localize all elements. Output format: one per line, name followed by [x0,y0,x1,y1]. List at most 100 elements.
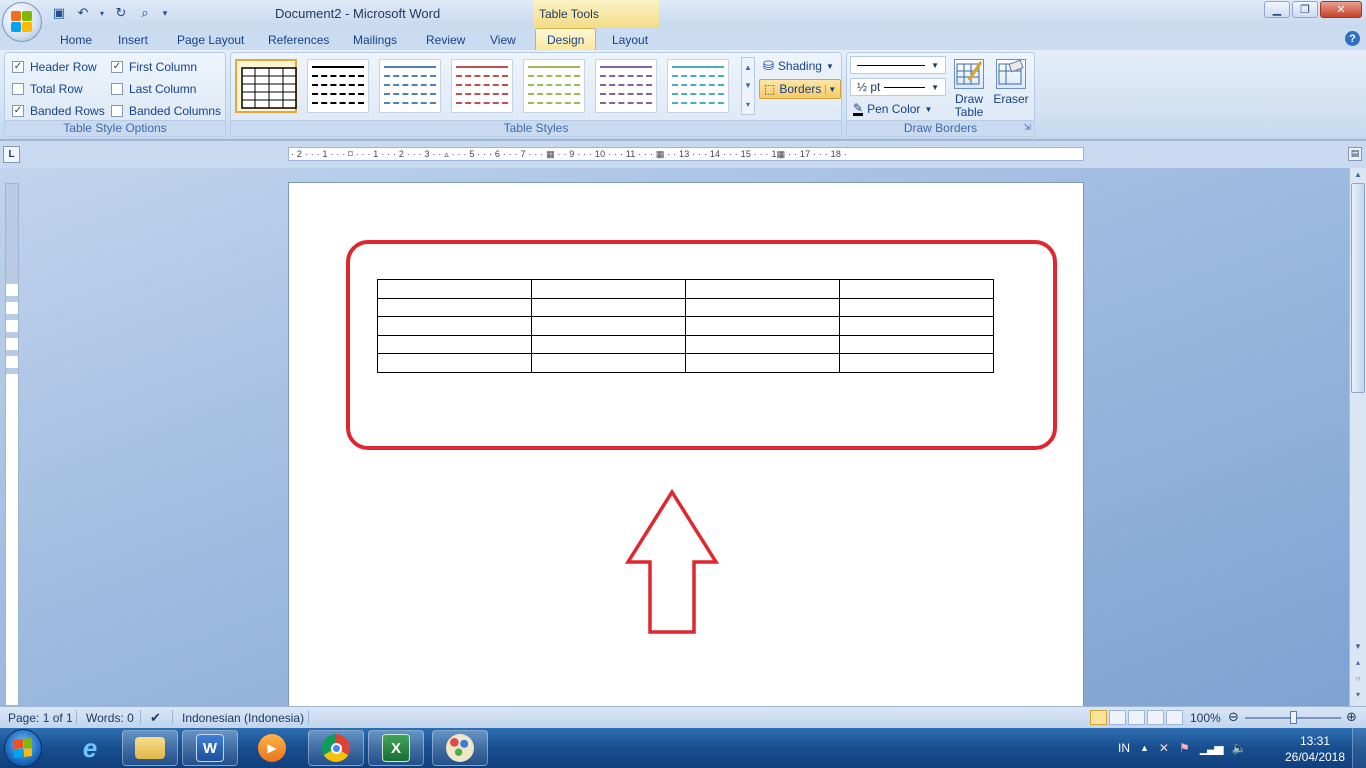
table-style-light-shading[interactable] [307,59,369,113]
print-layout-icon[interactable] [1090,710,1107,725]
tab-selector[interactable]: L [3,146,20,163]
full-screen-reading-icon[interactable] [1109,710,1126,725]
tab-references[interactable]: References [268,31,329,50]
web-layout-icon[interactable] [1128,710,1145,725]
table-style-accent-1[interactable] [379,59,441,113]
tab-mailings[interactable]: Mailings [353,31,397,50]
banded-columns-option[interactable]: Banded Columns [111,104,221,118]
zoom-slider-thumb[interactable] [1290,711,1297,724]
tab-insert[interactable]: Insert [118,31,148,50]
table-style-line [528,75,580,77]
line-weight-dropdown[interactable]: ½ pt ▼ [850,78,946,96]
gallery-scroll[interactable]: ▲ ▼ ▾ [741,57,755,115]
print-preview-icon[interactable]: ⌕ [136,5,154,21]
start-button[interactable] [4,729,42,767]
banded-columns-checkbox[interactable] [111,105,123,117]
total-row-checkbox[interactable] [12,83,24,95]
undo-icon[interactable]: ↶ [74,5,92,21]
dialog-launcher-icon[interactable]: ⇲ [1023,122,1031,133]
taskbar-media-player[interactable]: ▶ [244,730,300,766]
help-icon[interactable]: ? [1345,31,1360,46]
scroll-down-icon[interactable]: ▼ [1351,640,1365,654]
previous-page-icon[interactable]: ▴ [1351,656,1365,670]
proofing-icon[interactable]: ✔ [150,710,161,726]
gallery-more-icon[interactable]: ▾ [746,100,750,109]
shading-button[interactable]: ⛁ Shading ▼ [763,58,834,74]
gallery-down-icon[interactable]: ▼ [744,81,752,90]
show-hidden-icons-icon[interactable]: ▲ [1140,743,1149,753]
line-style-dropdown[interactable]: ▼ [850,56,946,74]
line-weight-value: ½ pt [857,80,881,94]
office-button[interactable] [2,2,42,42]
eraser-button[interactable]: Eraser [991,59,1031,106]
tab-layout[interactable]: Layout [612,31,648,50]
tab-home[interactable]: Home [60,31,92,50]
zoom-level[interactable]: 100% [1190,711,1221,725]
table-style-grid[interactable] [235,59,297,113]
taskbar-internet-explorer[interactable]: e [62,730,118,766]
scroll-up-icon[interactable]: ▲ [1351,168,1365,182]
tab-page-layout[interactable]: Page Layout [177,31,244,50]
view-ruler-icon[interactable]: ▤ [1348,147,1362,161]
scroll-thumb[interactable] [1351,183,1365,393]
volume-icon[interactable]: 🔈 [1231,741,1246,755]
redo-icon[interactable]: ↻ [112,5,130,21]
horizontal-ruler[interactable]: · 2 · · · 1 · · · ⌑ · · · 1 · · · 2 · · … [288,147,1084,161]
header-row-option[interactable]: ✓ Header Row [12,60,97,74]
gallery-up-icon[interactable]: ▲ [744,63,752,72]
table-style-line [672,84,724,86]
zoom-slider[interactable] [1245,711,1341,724]
borders-button[interactable]: ⬚ Borders ▼ [759,79,842,99]
vertical-scrollbar[interactable]: ▲ ▼ ▴ ○ ▾ [1349,168,1366,706]
table-style-accent-4[interactable] [595,59,657,113]
outline-icon[interactable] [1147,710,1164,725]
next-page-icon[interactable]: ▾ [1351,688,1365,702]
table-style-accent-2[interactable] [451,59,513,113]
first-column-checkbox[interactable]: ✓ [111,61,123,73]
system-clock[interactable]: 13:31 26/04/2018 [1282,733,1348,765]
save-icon[interactable]: ▣ [50,5,68,21]
draft-icon[interactable] [1166,710,1183,725]
signal-strength-icon[interactable]: ▁▃▅ [1200,741,1224,755]
input-language[interactable]: IN [1118,741,1130,755]
tab-review[interactable]: Review [426,31,465,50]
minimize-icon[interactable]: ▁ [1264,1,1290,18]
first-column-option[interactable]: ✓ First Column [111,60,197,74]
taskbar-microsoft-word[interactable]: W [182,730,238,766]
document-page[interactable] [288,182,1084,706]
vertical-ruler[interactable] [5,183,19,706]
close-icon[interactable]: ✕ [1320,1,1362,18]
vertical-ruler-row-marker [6,368,18,374]
table-style-line [456,84,508,86]
tab-design[interactable]: Design [535,28,597,50]
language[interactable]: Indonesian (Indonesia) [182,711,304,725]
header-row-checkbox[interactable]: ✓ [12,61,24,73]
table-style-accent-3[interactable] [523,59,585,113]
banded-rows-option[interactable]: ✓ Banded Rows [12,104,105,118]
draw-table-button[interactable]: Draw Table [949,59,989,119]
tab-view[interactable]: View [490,31,516,50]
taskbar-google-chrome[interactable] [308,730,364,766]
last-column-option[interactable]: Last Column [111,82,196,96]
banded-rows-checkbox[interactable]: ✓ [12,105,24,117]
zoom-in-icon[interactable]: ⊕ [1346,709,1357,725]
taskbar-microsoft-excel[interactable]: X [368,730,424,766]
customize-qat-icon[interactable]: ▾ [160,5,170,21]
zoom-out-icon[interactable]: ⊖ [1228,709,1239,725]
pen-color-button[interactable]: ✎ Pen Color ▼ [853,102,932,116]
word-count[interactable]: Words: 0 [86,711,134,725]
undo-dropdown-icon[interactable]: ▾ [98,5,106,21]
table-style-accent-5[interactable] [667,59,729,113]
show-desktop-button[interactable] [1352,728,1366,768]
total-row-option[interactable]: Total Row [12,82,83,96]
windows-logo-icon [14,738,32,758]
last-column-checkbox[interactable] [111,83,123,95]
table-style-line [456,93,508,95]
page-count[interactable]: Page: 1 of 1 [8,711,73,725]
restore-icon[interactable]: ❐ [1292,1,1318,18]
select-browse-object-icon[interactable]: ○ [1351,672,1365,686]
action-center-icon[interactable]: ⚑ [1179,741,1190,755]
taskbar-paint[interactable] [432,730,488,766]
taskbar-file-explorer[interactable] [122,730,178,766]
network-warning-icon[interactable]: ✕ [1159,741,1169,755]
